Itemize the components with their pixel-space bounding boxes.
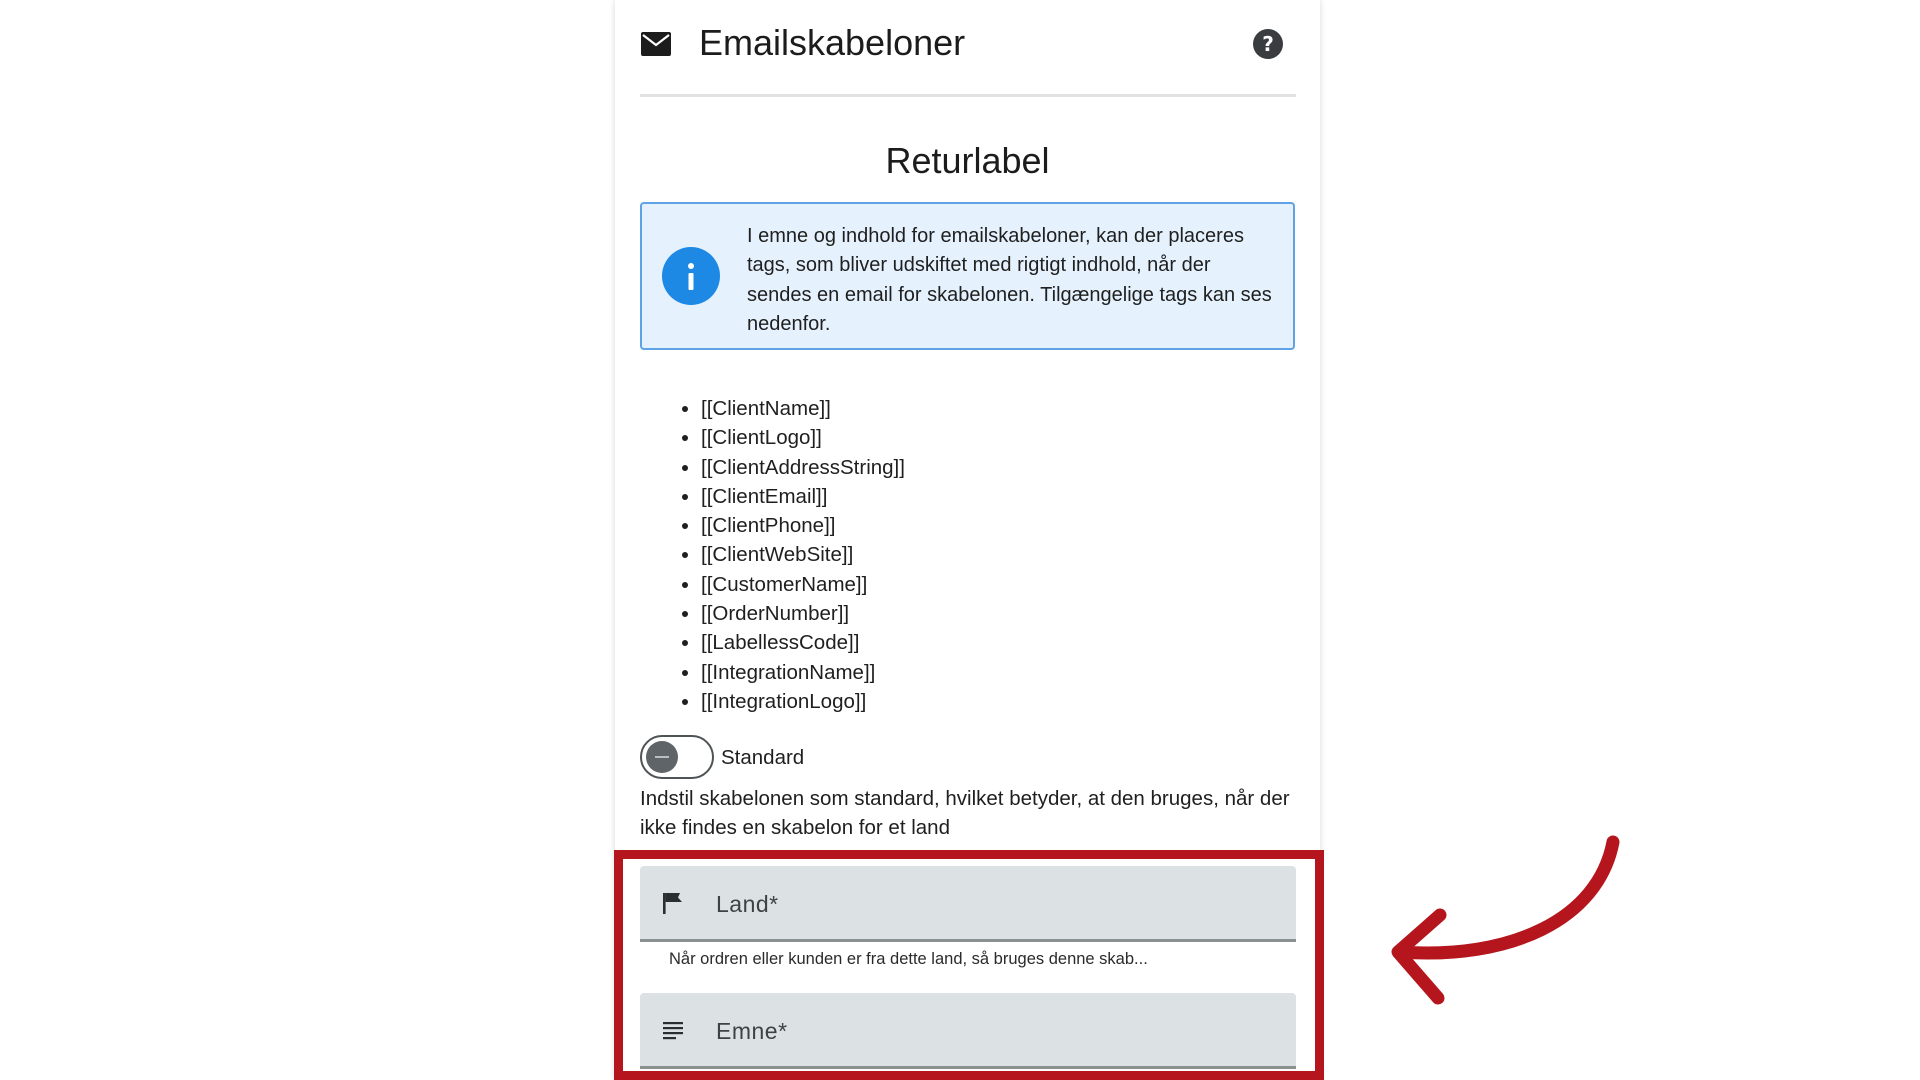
highlight-box (614, 850, 1324, 1080)
mail-icon (641, 32, 671, 56)
standard-toggle[interactable] (640, 735, 714, 779)
tag-item: [[IntegrationLogo]] (701, 687, 905, 716)
page-title: Emailskabeloner (699, 22, 966, 63)
tag-item: [[OrderNumber]] (701, 599, 905, 628)
tag-item: [[ClientAddressString]] (701, 453, 905, 482)
tag-item: [[ClientLogo]] (701, 423, 905, 452)
available-tags-list: [[ClientName]][[ClientLogo]][[ClientAddr… (679, 394, 905, 716)
info-alert: I emne og indhold for emailskabeloner, k… (640, 202, 1295, 350)
tag-item: [[ClientName]] (701, 394, 905, 423)
tag-item: [[ClientEmail]] (701, 482, 905, 511)
help-icon[interactable]: ? (1252, 28, 1284, 60)
panel-header: Emailskabeloner ? (640, 0, 1296, 97)
tag-item: [[IntegrationName]] (701, 658, 905, 687)
standard-toggle-description: Indstil skabelonen som standard, hvilket… (640, 787, 1290, 840)
pointer-arrow-icon (1391, 835, 1620, 1005)
tag-item: [[CustomerName]] (701, 570, 905, 599)
tag-item: [[ClientPhone]] (701, 511, 905, 540)
tag-item: [[LabellessCode]] (701, 628, 905, 657)
template-name-heading: Returlabel (885, 140, 1050, 181)
info-text: I emne og indhold for emailskabeloner, k… (747, 225, 1272, 335)
tag-item: [[ClientWebSite]] (701, 540, 905, 569)
info-icon (662, 247, 720, 305)
svg-text:?: ? (1262, 32, 1274, 56)
toggle-knob (646, 741, 678, 773)
standard-toggle-label: Standard (721, 746, 805, 769)
